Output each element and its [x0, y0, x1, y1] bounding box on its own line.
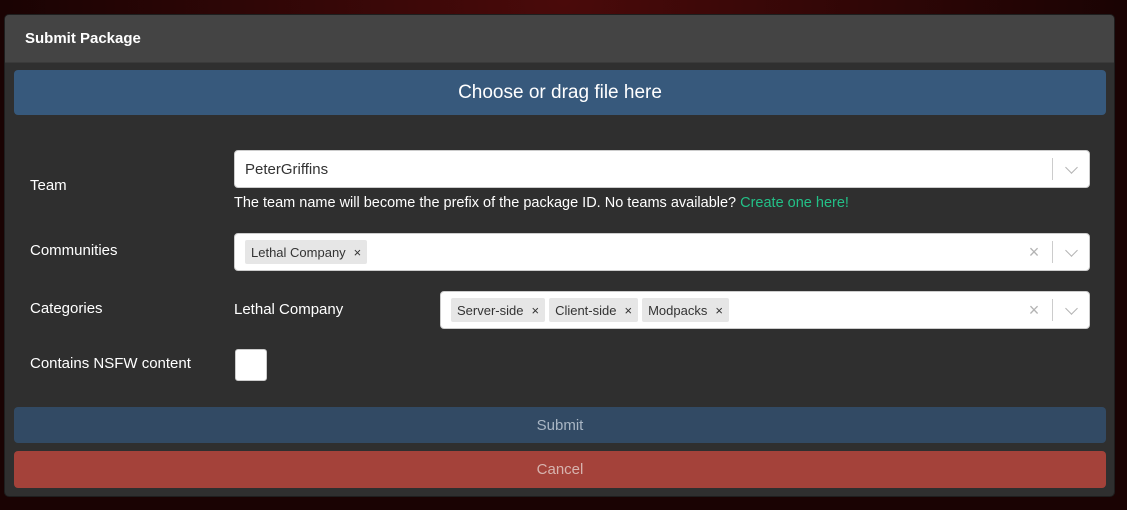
remove-chip-icon[interactable]: ×: [352, 240, 368, 264]
chip-label: Server-side: [457, 302, 524, 318]
chip: Server-side ×: [451, 298, 546, 322]
team-select-value-area: PeterGriffins: [235, 161, 1052, 178]
communities-select-indicators: ×: [1016, 234, 1089, 270]
chip: Modpacks ×: [642, 298, 729, 322]
submit-package-modal: Submit Package Choose or drag file here …: [5, 15, 1114, 496]
team-label: Team: [30, 177, 67, 194]
categories-community-label: Lethal Company: [234, 301, 344, 318]
communities-label: Communities: [30, 242, 118, 259]
categories-chips: Server-side × Client-side × Modpacks ×: [441, 298, 1016, 322]
submit-button[interactable]: Submit: [14, 407, 1106, 443]
categories-label: Categories: [30, 300, 103, 317]
clear-icon[interactable]: ×: [1016, 242, 1052, 263]
cancel-button[interactable]: Cancel: [14, 451, 1106, 488]
remove-chip-icon[interactable]: ×: [713, 298, 729, 322]
communities-chips: Lethal Company ×: [235, 240, 1016, 264]
chip: Client-side ×: [549, 298, 639, 322]
team-hint-text: The team name will become the prefix of …: [234, 195, 737, 211]
team-select-value: PeterGriffins: [245, 160, 329, 178]
remove-chip-icon[interactable]: ×: [529, 298, 545, 322]
chip-label: Client-side: [555, 302, 617, 318]
chevron-down-icon[interactable]: [1053, 243, 1089, 257]
chevron-down-icon[interactable]: [1053, 160, 1089, 174]
chevron-down-icon[interactable]: [1053, 301, 1089, 315]
team-hint: The team name will become the prefix of …: [234, 195, 849, 211]
chip-label: Lethal Company: [251, 244, 346, 260]
communities-select[interactable]: Lethal Company × ×: [234, 233, 1090, 271]
categories-select[interactable]: Server-side × Client-side × Modpacks × ×: [440, 291, 1090, 329]
categories-select-indicators: ×: [1016, 292, 1089, 328]
team-select[interactable]: PeterGriffins: [234, 150, 1090, 188]
chip-label: Modpacks: [648, 302, 708, 318]
nsfw-label: Contains NSFW content: [30, 355, 191, 372]
chip: Lethal Company ×: [245, 240, 368, 264]
create-team-link[interactable]: Create one here!: [740, 195, 849, 211]
clear-icon[interactable]: ×: [1016, 300, 1052, 321]
modal-title: Submit Package: [25, 30, 141, 47]
modal-header: Submit Package: [5, 15, 1114, 63]
nsfw-checkbox[interactable]: [235, 349, 267, 381]
team-select-indicators: [1052, 151, 1089, 187]
file-dropzone[interactable]: Choose or drag file here: [14, 70, 1106, 115]
remove-chip-icon[interactable]: ×: [622, 298, 638, 322]
